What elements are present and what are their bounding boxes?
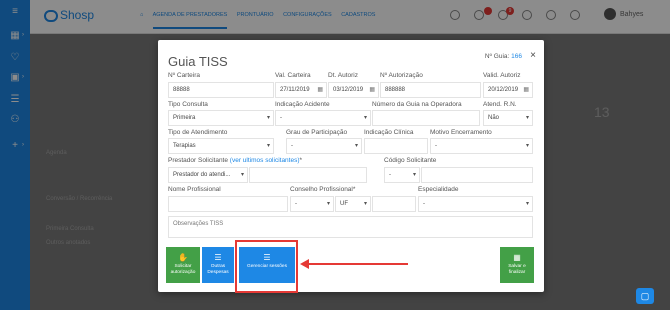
nome-profissional-field[interactable] [168,196,288,212]
label-especialidade: Especialidade [418,186,459,193]
save-icon: ▦ [513,253,521,262]
observacoes-textarea[interactable]: Observações TISS [168,216,533,238]
valid-autoriz-field[interactable]: 20/12/2019 [483,82,533,98]
guia-label: Nº Guia: [484,53,510,60]
guia-number-link[interactable]: 166 [511,53,522,60]
salvar-finalizar-button[interactable]: ▦ Salvar e finalizar [500,247,534,283]
numero-autorizacao-field[interactable]: 888888 [380,82,481,98]
annotation-arrow-head [300,259,309,269]
motivo-encerramento-select[interactable]: - [430,138,533,154]
solicitar-autorizacao-button[interactable]: ✋ Solicitar autorização [166,247,200,283]
solicitar-label: Solicitar autorização [170,264,196,275]
prestador-solicitante-field[interactable] [249,167,367,183]
label-indicacao-acidente: Indicação Acidente [275,101,330,108]
label-nome-profissional: Nome Profissional [168,186,221,193]
label-val-carteira: Val. Carteira [275,72,311,79]
guia-tiss-modal: Guia TISS Nº Guia: 166 × Nº Carteira 888… [158,40,544,292]
prestador-solicitante-select[interactable]: Prestador do atendi... [168,167,248,183]
especialidade-select[interactable]: - [418,196,533,212]
highlight-box [235,240,298,293]
ver-ultimos-solicitantes-link[interactable]: (ver ultimos solicitantes) [230,157,300,164]
conselho-numero-field[interactable] [372,196,416,212]
label-tipo-atendimento: Tipo de Atendimento [168,129,228,136]
prestador-label-text: Prestador Solicitante [168,157,228,164]
chat-icon: ▢ [640,291,650,301]
grau-participacao-select[interactable]: - [286,138,362,154]
outras-despesas-label: Outras Despesas [207,264,229,275]
codigo-solicitante-field[interactable] [421,167,533,183]
atend-rn-select[interactable]: Não [483,110,533,126]
label-grau-participacao: Grau de Participação [286,129,348,136]
outras-despesas-button[interactable]: ☰ Outras Despesas [202,247,234,283]
label-numero-carteira: Nº Carteira [168,72,200,79]
dt-autoriz-field[interactable]: 03/12/2019 [328,82,379,98]
label-indicacao-clinica: Indicação Clínica [364,129,414,136]
label-valid-autoriz: Valid. Autoriz [483,72,521,79]
annotation-arrow-line [308,263,408,265]
label-atend-rn: Atend. R.N. [483,101,517,108]
label-prestador-solicitante: Prestador Solicitante (ver ultimos solic… [168,157,302,164]
conselho-profissional-select[interactable]: - [290,196,334,212]
tipo-consulta-select[interactable]: Primeira [168,110,274,126]
label-dt-autoriz: Dt. Autoriz [328,72,358,79]
guia-number: Nº Guia: 166 [485,53,522,60]
label-motivo-encerramento: Motivo Encerramento [430,129,492,136]
label-codigo-solicitante: Código Solicitante [384,157,437,164]
codigo-solicitante-select[interactable]: - [384,167,420,183]
uf-select[interactable]: UF [335,196,371,212]
required-mark: * [299,157,303,164]
indicacao-acidente-select[interactable]: - [275,110,371,126]
val-carteira-field[interactable]: 27/11/2019 [275,82,327,98]
tipo-atendimento-select[interactable]: Terapias [168,138,274,154]
numero-guia-operadora-field[interactable] [372,110,480,126]
chat-button[interactable]: ▢ [636,288,654,304]
numero-carteira-field[interactable]: 88888 [168,82,274,98]
label-numero-autorizacao: Nº Autorização [380,72,423,79]
salvar-label: Salvar e finalizar [508,264,526,275]
close-icon[interactable]: × [530,50,536,61]
label-conselho-profissional: Conselho Profissional* [290,186,356,193]
modal-title: Guia TISS [168,54,228,69]
list-icon: ☰ [214,253,222,262]
label-tipo-consulta: Tipo Consulta [168,101,208,108]
label-numero-guia-operadora: Número da Guia na Operadora [372,101,462,108]
indicacao-clinica-field[interactable] [364,138,428,154]
hand-icon: ✋ [178,253,188,262]
